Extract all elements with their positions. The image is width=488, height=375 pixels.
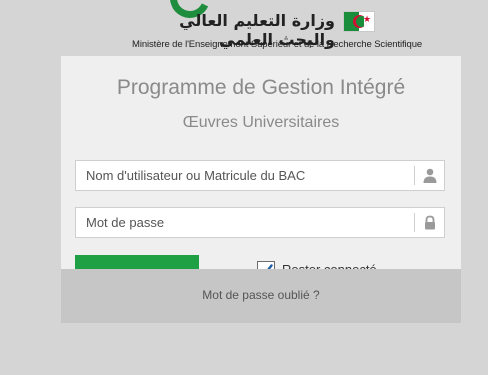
username-field[interactable] (75, 160, 445, 191)
card-footer: Mot de passe oublié ? (61, 269, 461, 323)
ministry-name: Ministère de l'Enseignement Supérieur et… (132, 39, 423, 50)
password-input[interactable] (76, 208, 416, 237)
app-title: Programme de Gestion Intégré (116, 76, 406, 99)
user-icon (423, 168, 437, 183)
field-separator (414, 213, 415, 232)
field-separator (414, 166, 415, 185)
forgot-password-link[interactable]: Mot de passe oublié ? (61, 288, 461, 302)
login-card: Programme de Gestion Intégré Œuvres Univ… (61, 56, 461, 323)
lock-icon (423, 215, 437, 230)
app-subtitle: Œuvres Universitaires (182, 114, 340, 131)
algeria-flag-icon: ★ (343, 11, 375, 32)
password-field[interactable] (75, 207, 445, 238)
username-input[interactable] (76, 161, 416, 190)
